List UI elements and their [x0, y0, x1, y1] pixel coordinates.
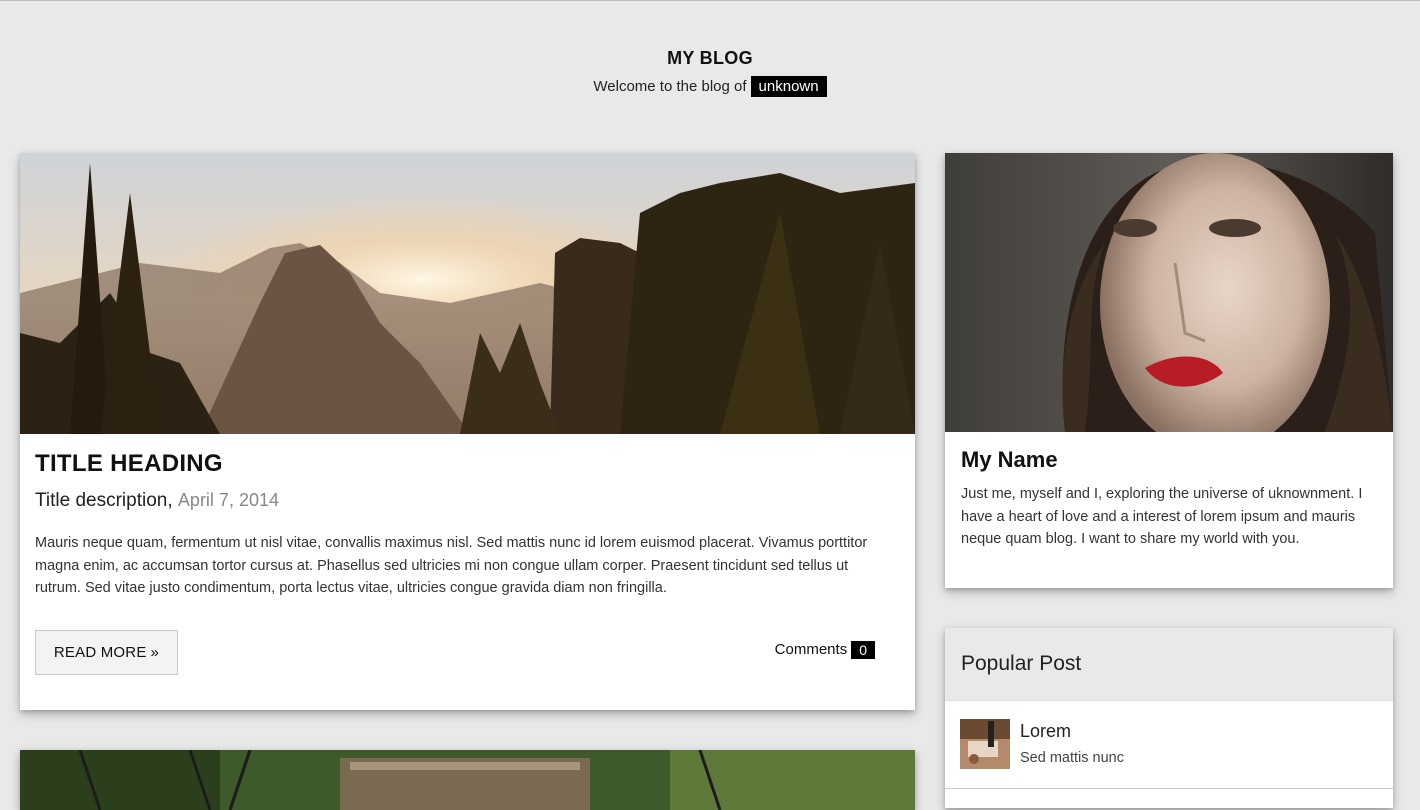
post-date: April 7, 2014 [177, 490, 279, 510]
blog-title: MY BLOG [667, 48, 753, 68]
post-actions: READ MORE » Comments 0 [35, 629, 900, 676]
profile-bio: Just me, myself and I, exploring the uni… [961, 486, 1363, 547]
profile-card: My Name Just me, myself and I, exploring… [945, 153, 1393, 588]
popular-post-card: Popular Post Lorem Sed mattis nunc [945, 628, 1393, 808]
blog-header: MY BLOG Welcome to the blog of unknown [0, 48, 1420, 97]
read-more-button[interactable]: READ MORE » [35, 629, 178, 675]
read-more-label: READ MORE [53, 643, 147, 661]
popular-post-subtitle: Sed mattis nunc [1020, 750, 1124, 766]
post-card-2 [20, 750, 915, 810]
top-border [0, 0, 1420, 1]
popular-post-title: Lorem [1020, 721, 1072, 741]
welcome-text: Welcome to the blog of [593, 78, 747, 95]
popular-post-item[interactable]: Lorem Sed mattis nunc [945, 701, 1393, 789]
user-badge: unknown [750, 76, 827, 97]
welcome-line: Welcome to the blog of unknown [593, 76, 827, 97]
popular-post-heading: Popular Post [945, 628, 1393, 701]
profile-photo [945, 153, 1393, 432]
post-body-text: Mauris neque quam, fermentum ut nisl vit… [35, 535, 868, 596]
profile-name: My Name [961, 447, 1058, 472]
double-chevron-right-icon: » [150, 643, 160, 661]
comments-count-badge: 0 [851, 640, 875, 659]
post-title: TITLE HEADING [35, 450, 223, 477]
comments-label: Comments [774, 641, 848, 658]
post-subtitle: Title description, April 7, 2014 [35, 490, 900, 512]
post-description: Title description, [35, 490, 173, 511]
post-hero-image [20, 153, 915, 434]
comments-link[interactable]: Comments 0 [774, 640, 875, 659]
popular-post-thumbnail [960, 719, 1010, 769]
post-card: TITLE HEADING Title description, April 7… [20, 153, 915, 710]
post-2-hero-image [20, 750, 915, 810]
